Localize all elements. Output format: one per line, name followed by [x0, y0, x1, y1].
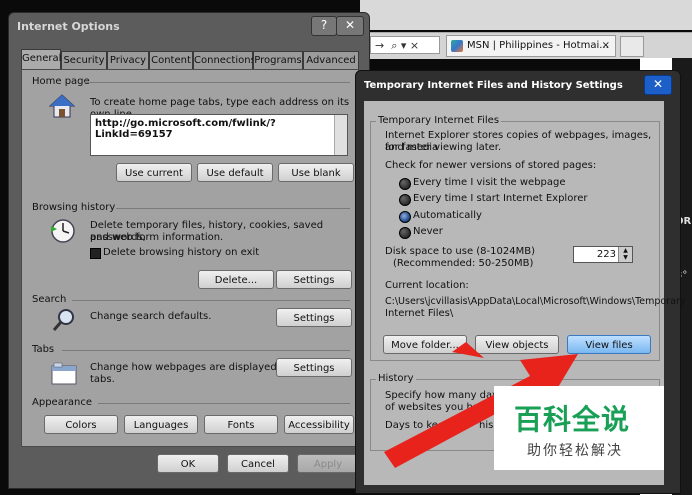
watermark-main-text: 百科全说 [514, 403, 631, 436]
arrow-pointer [452, 342, 484, 358]
watermark-sub-text: 助你轻松解决 [527, 443, 623, 459]
watermark-logo: 百科全说 助你轻松解决 [494, 386, 664, 470]
